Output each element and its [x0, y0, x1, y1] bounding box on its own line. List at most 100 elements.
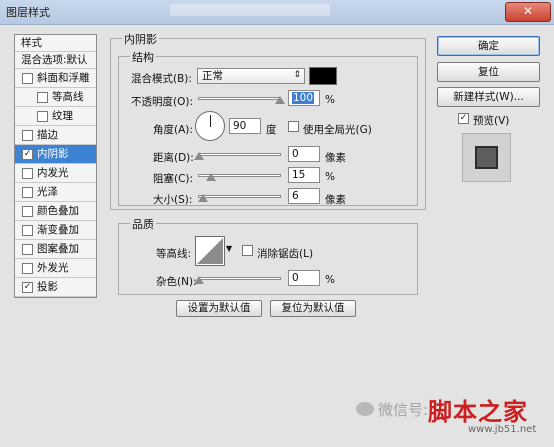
- blend-options-default[interactable]: 混合选项:默认: [15, 52, 96, 69]
- distance-slider-thumb[interactable]: [194, 152, 204, 160]
- inner-shadow-title: 内阴影: [122, 31, 159, 47]
- opacity-label: 不透明度(O):: [131, 96, 193, 108]
- style-item-checkbox[interactable]: [22, 263, 33, 274]
- noise-label: 杂色(N):: [156, 276, 197, 288]
- noise-value: 0: [292, 272, 299, 284]
- shadow-color-fill: [310, 68, 336, 84]
- angle-dial-needle: [210, 115, 211, 127]
- noise-slider-track[interactable]: [198, 277, 281, 280]
- style-item-checkbox[interactable]: [22, 130, 33, 141]
- style-list-header[interactable]: 样式: [15, 35, 96, 52]
- style-item-checkbox[interactable]: ✓: [22, 282, 33, 293]
- style-list-item[interactable]: 图案叠加: [15, 240, 96, 259]
- style-item-label: 渐变叠加: [37, 224, 79, 236]
- close-icon: ✕: [522, 4, 534, 18]
- choke-label: 阻塞(C):: [153, 173, 194, 185]
- angle-value: 90: [233, 120, 247, 132]
- angle-unit: 度: [266, 124, 277, 136]
- blend-mode-select[interactable]: 正常 ⇕: [197, 68, 305, 84]
- wechat-icon: [356, 402, 374, 416]
- distance-slider-track[interactable]: [198, 153, 281, 156]
- size-slider-track[interactable]: [198, 195, 281, 198]
- style-item-checkbox[interactable]: [37, 111, 48, 122]
- size-label: 大小(S):: [153, 194, 193, 206]
- style-item-label: 等高线: [52, 91, 84, 103]
- style-list-item[interactable]: 光泽: [15, 183, 96, 202]
- preview-checkbox[interactable]: ✓: [458, 113, 469, 124]
- choke-value: 15: [292, 169, 306, 181]
- contour-label: 等高线:: [156, 248, 192, 260]
- size-unit: 像素: [325, 194, 346, 206]
- choke-slider-thumb[interactable]: [206, 173, 216, 181]
- style-item-label: 纹理: [52, 110, 73, 122]
- style-list-header-label: 样式: [21, 37, 42, 49]
- brand-url: www.jb51.net: [468, 424, 537, 435]
- opacity-slider-thumb[interactable]: [275, 96, 285, 104]
- style-item-checkbox[interactable]: [22, 168, 33, 179]
- style-list-item[interactable]: 内发光: [15, 164, 96, 183]
- noise-input[interactable]: 0: [288, 270, 320, 286]
- style-list-item[interactable]: 纹理: [15, 107, 96, 126]
- size-slider-thumb[interactable]: [198, 194, 208, 202]
- watermark-text: 微信号:: [378, 401, 429, 419]
- anti-alias-checkbox[interactable]: [242, 245, 253, 256]
- style-item-checkbox[interactable]: [22, 73, 33, 84]
- noise-unit: %: [325, 274, 335, 286]
- set-default-button[interactable]: 设置为默认值: [176, 300, 262, 317]
- preview-label: 预览(V): [473, 115, 510, 127]
- size-value: 6: [292, 190, 299, 202]
- style-item-checkbox[interactable]: [22, 187, 33, 198]
- style-list-item[interactable]: ✓ 投影: [15, 278, 96, 297]
- style-item-checkbox[interactable]: [22, 225, 33, 236]
- opacity-slider-track[interactable]: [198, 97, 281, 100]
- style-item-label: 内阴影: [37, 148, 69, 160]
- reset-button[interactable]: 复位: [437, 62, 540, 82]
- title-bar-blur: [170, 4, 330, 16]
- opacity-input[interactable]: 100: [288, 90, 320, 106]
- style-list-item[interactable]: 斜面和浮雕: [15, 69, 96, 88]
- contour-picker[interactable]: [195, 236, 225, 266]
- select-arrows-icon: ⇕: [293, 70, 301, 80]
- style-list-item[interactable]: 颜色叠加: [15, 202, 96, 221]
- global-light-checkbox[interactable]: [288, 121, 299, 132]
- style-list-item[interactable]: ✓ 内阴影: [15, 145, 96, 164]
- quality-title: 品质: [130, 216, 156, 232]
- structure-title: 结构: [130, 49, 156, 65]
- style-list-item[interactable]: 外发光: [15, 259, 96, 278]
- style-item-checkbox[interactable]: [22, 206, 33, 217]
- reset-default-button[interactable]: 复位为默认值: [270, 300, 356, 317]
- preview-thumbnail: [462, 133, 511, 182]
- style-item-checkbox[interactable]: ✓: [22, 149, 33, 160]
- blend-options-label: 混合选项:默认: [21, 54, 88, 66]
- style-list-item[interactable]: 渐变叠加: [15, 221, 96, 240]
- style-item-label: 内发光: [37, 167, 69, 179]
- distance-value: 0: [292, 148, 299, 160]
- style-list-item[interactable]: 等高线: [15, 88, 96, 107]
- style-list-item[interactable]: 描边: [15, 126, 96, 145]
- style-item-label: 投影: [37, 281, 58, 293]
- distance-label: 距离(D):: [153, 152, 194, 164]
- contour-dropdown-icon[interactable]: ▼: [226, 244, 232, 253]
- close-button[interactable]: ✕: [505, 2, 551, 22]
- new-style-button[interactable]: 新建样式(W)...: [437, 87, 540, 107]
- size-input[interactable]: 6: [288, 188, 320, 204]
- style-item-checkbox[interactable]: [37, 92, 48, 103]
- angle-label: 角度(A):: [153, 124, 193, 136]
- angle-dial[interactable]: [195, 111, 225, 141]
- window-title: 图层样式: [6, 6, 50, 19]
- style-item-checkbox[interactable]: [22, 244, 33, 255]
- style-list: 样式 混合选项:默认 斜面和浮雕等高线纹理描边 ✓ 内阴影内发光光泽颜色叠加渐变叠加…: [14, 34, 97, 298]
- style-item-label: 图案叠加: [37, 243, 79, 255]
- angle-input[interactable]: 90: [229, 118, 261, 134]
- style-item-label: 光泽: [37, 186, 58, 198]
- anti-alias-label: 消除锯齿(L): [257, 248, 314, 260]
- ok-button[interactable]: 确定: [437, 36, 540, 56]
- global-light-label: 使用全局光(G): [303, 124, 372, 136]
- distance-input[interactable]: 0: [288, 146, 320, 162]
- noise-slider-thumb[interactable]: [194, 276, 204, 284]
- distance-unit: 像素: [325, 152, 346, 164]
- style-item-label: 外发光: [37, 262, 69, 274]
- shadow-color-swatch[interactable]: [309, 67, 337, 85]
- blend-mode-value: 正常: [202, 70, 223, 82]
- choke-input[interactable]: 15: [288, 167, 320, 183]
